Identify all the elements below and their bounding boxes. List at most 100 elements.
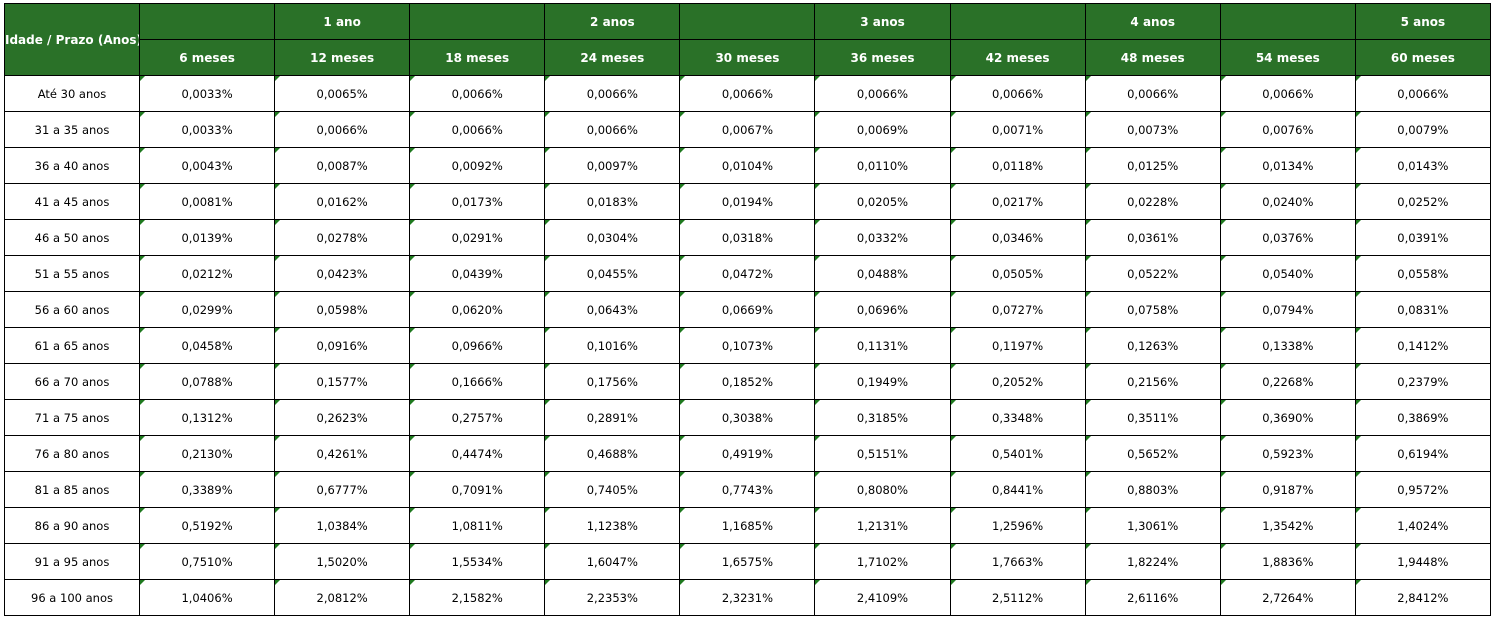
- rate-cell[interactable]: 0,0065%: [274, 75, 411, 112]
- rate-cell[interactable]: 0,0076%: [1219, 111, 1356, 148]
- rate-cell[interactable]: 0,1756%: [544, 363, 681, 400]
- rate-cell[interactable]: 0,2757%: [409, 399, 546, 436]
- rate-cell[interactable]: 0,0043%: [138, 147, 276, 184]
- rate-cell[interactable]: 0,0066%: [274, 111, 411, 148]
- rate-cell[interactable]: 0,0143%: [1354, 147, 1491, 184]
- rate-cell[interactable]: 0,3348%: [949, 399, 1086, 436]
- rate-cell[interactable]: 0,4261%: [274, 435, 411, 472]
- rate-cell[interactable]: 0,6777%: [274, 471, 411, 508]
- rate-cell[interactable]: 0,9187%: [1219, 471, 1356, 508]
- rate-cell[interactable]: 0,0966%: [409, 327, 546, 364]
- rate-cell[interactable]: 0,1852%: [679, 363, 816, 400]
- rate-cell[interactable]: 0,0092%: [409, 147, 546, 184]
- age-range-cell[interactable]: 61 a 65 anos: [4, 327, 140, 364]
- rate-cell[interactable]: 1,9448%: [1354, 543, 1491, 580]
- rate-cell[interactable]: 0,4474%: [409, 435, 546, 472]
- rate-cell[interactable]: 0,5151%: [814, 435, 951, 472]
- rate-cell[interactable]: 0,0278%: [274, 219, 411, 256]
- rate-cell[interactable]: 0,5652%: [1084, 435, 1221, 472]
- rate-cell[interactable]: 0,7091%: [409, 471, 546, 508]
- rate-cell[interactable]: 0,0110%: [814, 147, 951, 184]
- rate-cell[interactable]: 0,0788%: [138, 363, 276, 400]
- age-range-cell[interactable]: 66 a 70 anos: [4, 363, 140, 400]
- rate-cell[interactable]: 1,3061%: [1084, 507, 1221, 544]
- rate-cell[interactable]: 0,0346%: [949, 219, 1086, 256]
- rate-cell[interactable]: 0,3185%: [814, 399, 951, 436]
- rate-cell[interactable]: 0,7405%: [544, 471, 681, 508]
- rate-cell[interactable]: 0,4919%: [679, 435, 816, 472]
- rate-cell[interactable]: 0,5923%: [1219, 435, 1356, 472]
- rate-cell[interactable]: 0,0066%: [814, 75, 951, 112]
- rate-cell[interactable]: 0,0212%: [138, 255, 276, 292]
- age-range-cell[interactable]: 91 a 95 anos: [4, 543, 140, 580]
- rate-cell[interactable]: 0,0066%: [409, 111, 546, 148]
- rate-cell[interactable]: 1,6047%: [544, 543, 681, 580]
- rate-cell[interactable]: 0,0727%: [949, 291, 1086, 328]
- rate-cell[interactable]: 1,2131%: [814, 507, 951, 544]
- age-range-cell[interactable]: 81 a 85 anos: [4, 471, 140, 508]
- rate-cell[interactable]: 0,0423%: [274, 255, 411, 292]
- rate-cell[interactable]: 0,7743%: [679, 471, 816, 508]
- rate-cell[interactable]: 0,3690%: [1219, 399, 1356, 436]
- rate-cell[interactable]: 0,0318%: [679, 219, 816, 256]
- rate-cell[interactable]: 0,0696%: [814, 291, 951, 328]
- rate-cell[interactable]: 0,0081%: [138, 183, 276, 220]
- rate-cell[interactable]: 2,1582%: [409, 579, 546, 616]
- rate-cell[interactable]: 0,3869%: [1354, 399, 1491, 436]
- age-range-cell[interactable]: 41 a 45 anos: [4, 183, 140, 220]
- rate-cell[interactable]: 2,0812%: [274, 579, 411, 616]
- rate-cell[interactable]: 0,0505%: [949, 255, 1086, 292]
- rate-cell[interactable]: 0,0794%: [1219, 291, 1356, 328]
- rate-cell[interactable]: 2,5112%: [949, 579, 1086, 616]
- rate-cell[interactable]: 0,5401%: [949, 435, 1086, 472]
- rate-cell[interactable]: 0,0391%: [1354, 219, 1491, 256]
- rate-cell[interactable]: 0,0162%: [274, 183, 411, 220]
- rate-cell[interactable]: 0,0522%: [1084, 255, 1221, 292]
- rate-cell[interactable]: 1,5020%: [274, 543, 411, 580]
- rate-cell[interactable]: 0,0831%: [1354, 291, 1491, 328]
- age-range-cell[interactable]: 86 a 90 anos: [4, 507, 140, 544]
- rate-cell[interactable]: 1,8836%: [1219, 543, 1356, 580]
- rate-cell[interactable]: 2,6116%: [1084, 579, 1221, 616]
- rate-cell[interactable]: 0,0194%: [679, 183, 816, 220]
- rate-cell[interactable]: 0,2891%: [544, 399, 681, 436]
- rate-cell[interactable]: 0,1131%: [814, 327, 951, 364]
- rate-cell[interactable]: 1,1685%: [679, 507, 816, 544]
- rate-cell[interactable]: 0,1073%: [679, 327, 816, 364]
- rate-cell[interactable]: 0,0488%: [814, 255, 951, 292]
- rate-cell[interactable]: 0,4688%: [544, 435, 681, 472]
- rate-cell[interactable]: 0,0066%: [679, 75, 816, 112]
- rate-cell[interactable]: 0,0066%: [544, 111, 681, 148]
- rate-cell[interactable]: 0,0134%: [1219, 147, 1356, 184]
- rate-cell[interactable]: 0,0669%: [679, 291, 816, 328]
- rate-cell[interactable]: 0,2156%: [1084, 363, 1221, 400]
- rate-cell[interactable]: 2,4109%: [814, 579, 951, 616]
- rate-cell[interactable]: 0,2130%: [138, 435, 276, 472]
- rate-cell[interactable]: 0,3038%: [679, 399, 816, 436]
- rate-cell[interactable]: 2,2353%: [544, 579, 681, 616]
- rate-cell[interactable]: 0,3389%: [138, 471, 276, 508]
- rate-cell[interactable]: 0,1949%: [814, 363, 951, 400]
- rate-cell[interactable]: 0,5192%: [138, 507, 276, 544]
- age-range-cell[interactable]: 96 a 100 anos: [4, 579, 140, 616]
- rate-cell[interactable]: 0,1016%: [544, 327, 681, 364]
- rate-cell[interactable]: 1,1238%: [544, 507, 681, 544]
- rate-cell[interactable]: 0,1312%: [138, 399, 276, 436]
- rate-cell[interactable]: 1,4024%: [1354, 507, 1491, 544]
- rate-cell[interactable]: 1,7102%: [814, 543, 951, 580]
- rate-cell[interactable]: 0,0097%: [544, 147, 681, 184]
- age-range-cell[interactable]: 31 a 35 anos: [4, 111, 140, 148]
- age-range-cell[interactable]: 76 a 80 anos: [4, 435, 140, 472]
- rate-cell[interactable]: 0,0071%: [949, 111, 1086, 148]
- rate-cell[interactable]: 1,0406%: [138, 579, 276, 616]
- rate-cell[interactable]: 0,0217%: [949, 183, 1086, 220]
- rate-cell[interactable]: 0,0458%: [138, 327, 276, 364]
- rate-cell[interactable]: 0,0087%: [274, 147, 411, 184]
- rate-cell[interactable]: 0,0073%: [1084, 111, 1221, 148]
- rate-cell[interactable]: 0,0304%: [544, 219, 681, 256]
- rate-cell[interactable]: 0,0758%: [1084, 291, 1221, 328]
- rate-cell[interactable]: 0,0173%: [409, 183, 546, 220]
- rate-cell[interactable]: 0,2623%: [274, 399, 411, 436]
- rate-cell[interactable]: 0,0439%: [409, 255, 546, 292]
- rate-cell[interactable]: 1,8224%: [1084, 543, 1221, 580]
